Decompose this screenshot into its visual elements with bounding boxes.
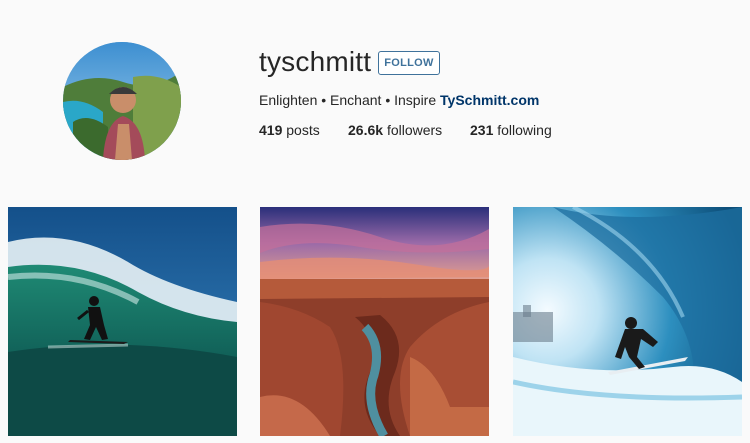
following-stat[interactable]: 231 following: [470, 121, 552, 139]
followers-stat[interactable]: 26.6k followers: [348, 121, 442, 139]
followers-count: 26.6k: [348, 122, 384, 138]
follow-button[interactable]: FOLLOW: [378, 51, 440, 75]
posts-stat: 419 posts: [259, 121, 320, 139]
profile-username: tyschmitt: [259, 46, 372, 77]
post-thumbnail[interactable]: [513, 207, 742, 436]
profile-bio: Enlighten • Enchant • Inspire TySchmitt.…: [259, 91, 539, 109]
bio-text: Enlighten • Enchant • Inspire: [259, 92, 437, 108]
avatar-photo: [63, 42, 181, 160]
post-thumbnail[interactable]: [260, 207, 489, 436]
followers-label: followers: [386, 122, 443, 138]
bio-link[interactable]: TySchmitt.com: [440, 92, 539, 108]
posts-count: 419: [259, 122, 283, 138]
post-image-canyon: [260, 207, 489, 436]
following-label: following: [497, 122, 552, 138]
post-image-surf-wave: [8, 207, 237, 436]
post-image-surf-barrel: [513, 207, 742, 436]
post-thumbnail[interactable]: [8, 207, 237, 436]
profile-avatar[interactable]: [63, 42, 181, 160]
following-count: 231: [470, 122, 494, 138]
posts-label: posts: [286, 122, 320, 138]
